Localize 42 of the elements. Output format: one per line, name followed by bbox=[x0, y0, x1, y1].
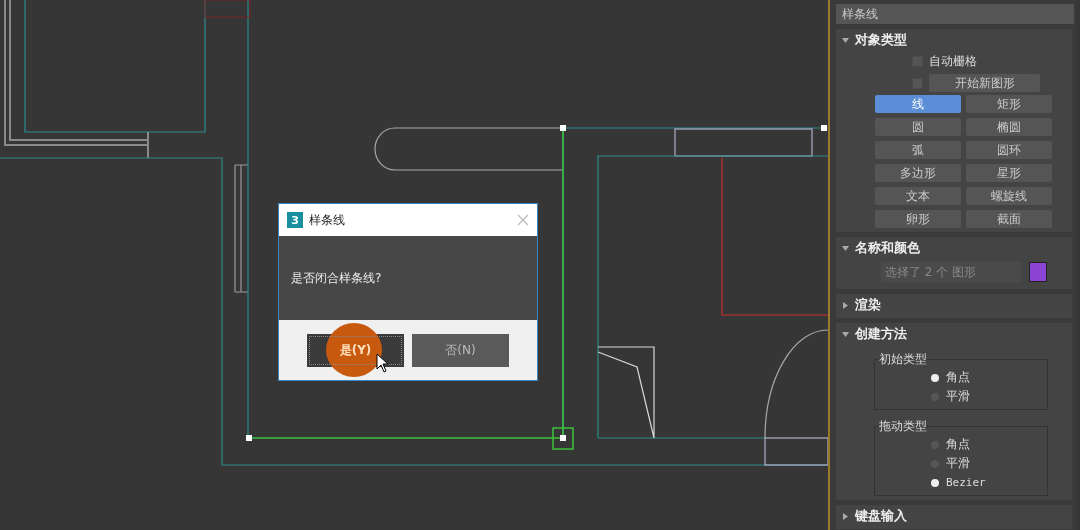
yes-button[interactable]: 是(Y) bbox=[307, 333, 404, 367]
object-category-title: 样条线 bbox=[836, 4, 1074, 24]
color-swatch[interactable] bbox=[1029, 262, 1047, 282]
start-new-shape-button[interactable]: 开始新图形 bbox=[929, 74, 1040, 92]
shape-button[interactable]: 弧 bbox=[875, 141, 961, 159]
shape-button[interactable]: 星形 bbox=[966, 164, 1052, 182]
no-button[interactable]: 否(N) bbox=[412, 333, 509, 367]
collapse-arrow-icon[interactable] bbox=[842, 36, 849, 44]
cursor-icon bbox=[376, 353, 390, 373]
radio-label: 平滑 bbox=[946, 455, 970, 472]
app-logo-icon: 3 bbox=[287, 212, 303, 228]
collapse-arrow-icon[interactable] bbox=[842, 244, 849, 252]
radio-label: 角点 bbox=[946, 436, 970, 453]
shape-button[interactable]: 线 bbox=[875, 95, 961, 113]
shape-button[interactable]: 椭圆 bbox=[966, 118, 1052, 136]
shape-button[interactable]: 截面 bbox=[966, 210, 1052, 228]
rollout-title[interactable]: 键盘输入 bbox=[855, 507, 907, 525]
radio-label: 平滑 bbox=[946, 388, 970, 405]
shape-button[interactable]: 文本 bbox=[875, 187, 961, 205]
dialog-title: 样条线 bbox=[309, 211, 346, 229]
dialog-message: 是否闭合样条线? bbox=[291, 269, 382, 287]
shape-button[interactable]: 多边形 bbox=[875, 164, 961, 182]
expand-arrow-icon[interactable] bbox=[842, 512, 849, 520]
checkbox-label: 自动栅格 bbox=[929, 52, 977, 70]
expand-arrow-icon[interactable] bbox=[842, 301, 849, 309]
radio-button[interactable] bbox=[931, 373, 939, 382]
collapse-arrow-icon[interactable] bbox=[842, 330, 849, 338]
shape-button[interactable]: 矩形 bbox=[966, 95, 1052, 113]
rollout-title[interactable]: 创建方法 bbox=[855, 325, 907, 343]
group-title: 初始类型 bbox=[879, 351, 927, 368]
radio-button[interactable] bbox=[931, 478, 939, 487]
rollout-title[interactable]: 名称和颜色 bbox=[855, 239, 920, 257]
rollout-title[interactable]: 渲染 bbox=[855, 296, 881, 314]
radio-label: 角点 bbox=[946, 369, 970, 386]
shape-button[interactable]: 圆环 bbox=[966, 141, 1052, 159]
radio-label: Bezier bbox=[946, 476, 986, 489]
group-title: 拖动类型 bbox=[879, 418, 927, 435]
shape-button[interactable]: 螺旋线 bbox=[966, 187, 1052, 205]
shape-button[interactable]: 圆 bbox=[875, 118, 961, 136]
shape-button[interactable]: 卵形 bbox=[875, 210, 961, 228]
rollout-title[interactable]: 对象类型 bbox=[855, 31, 907, 49]
click-highlight bbox=[326, 323, 382, 377]
